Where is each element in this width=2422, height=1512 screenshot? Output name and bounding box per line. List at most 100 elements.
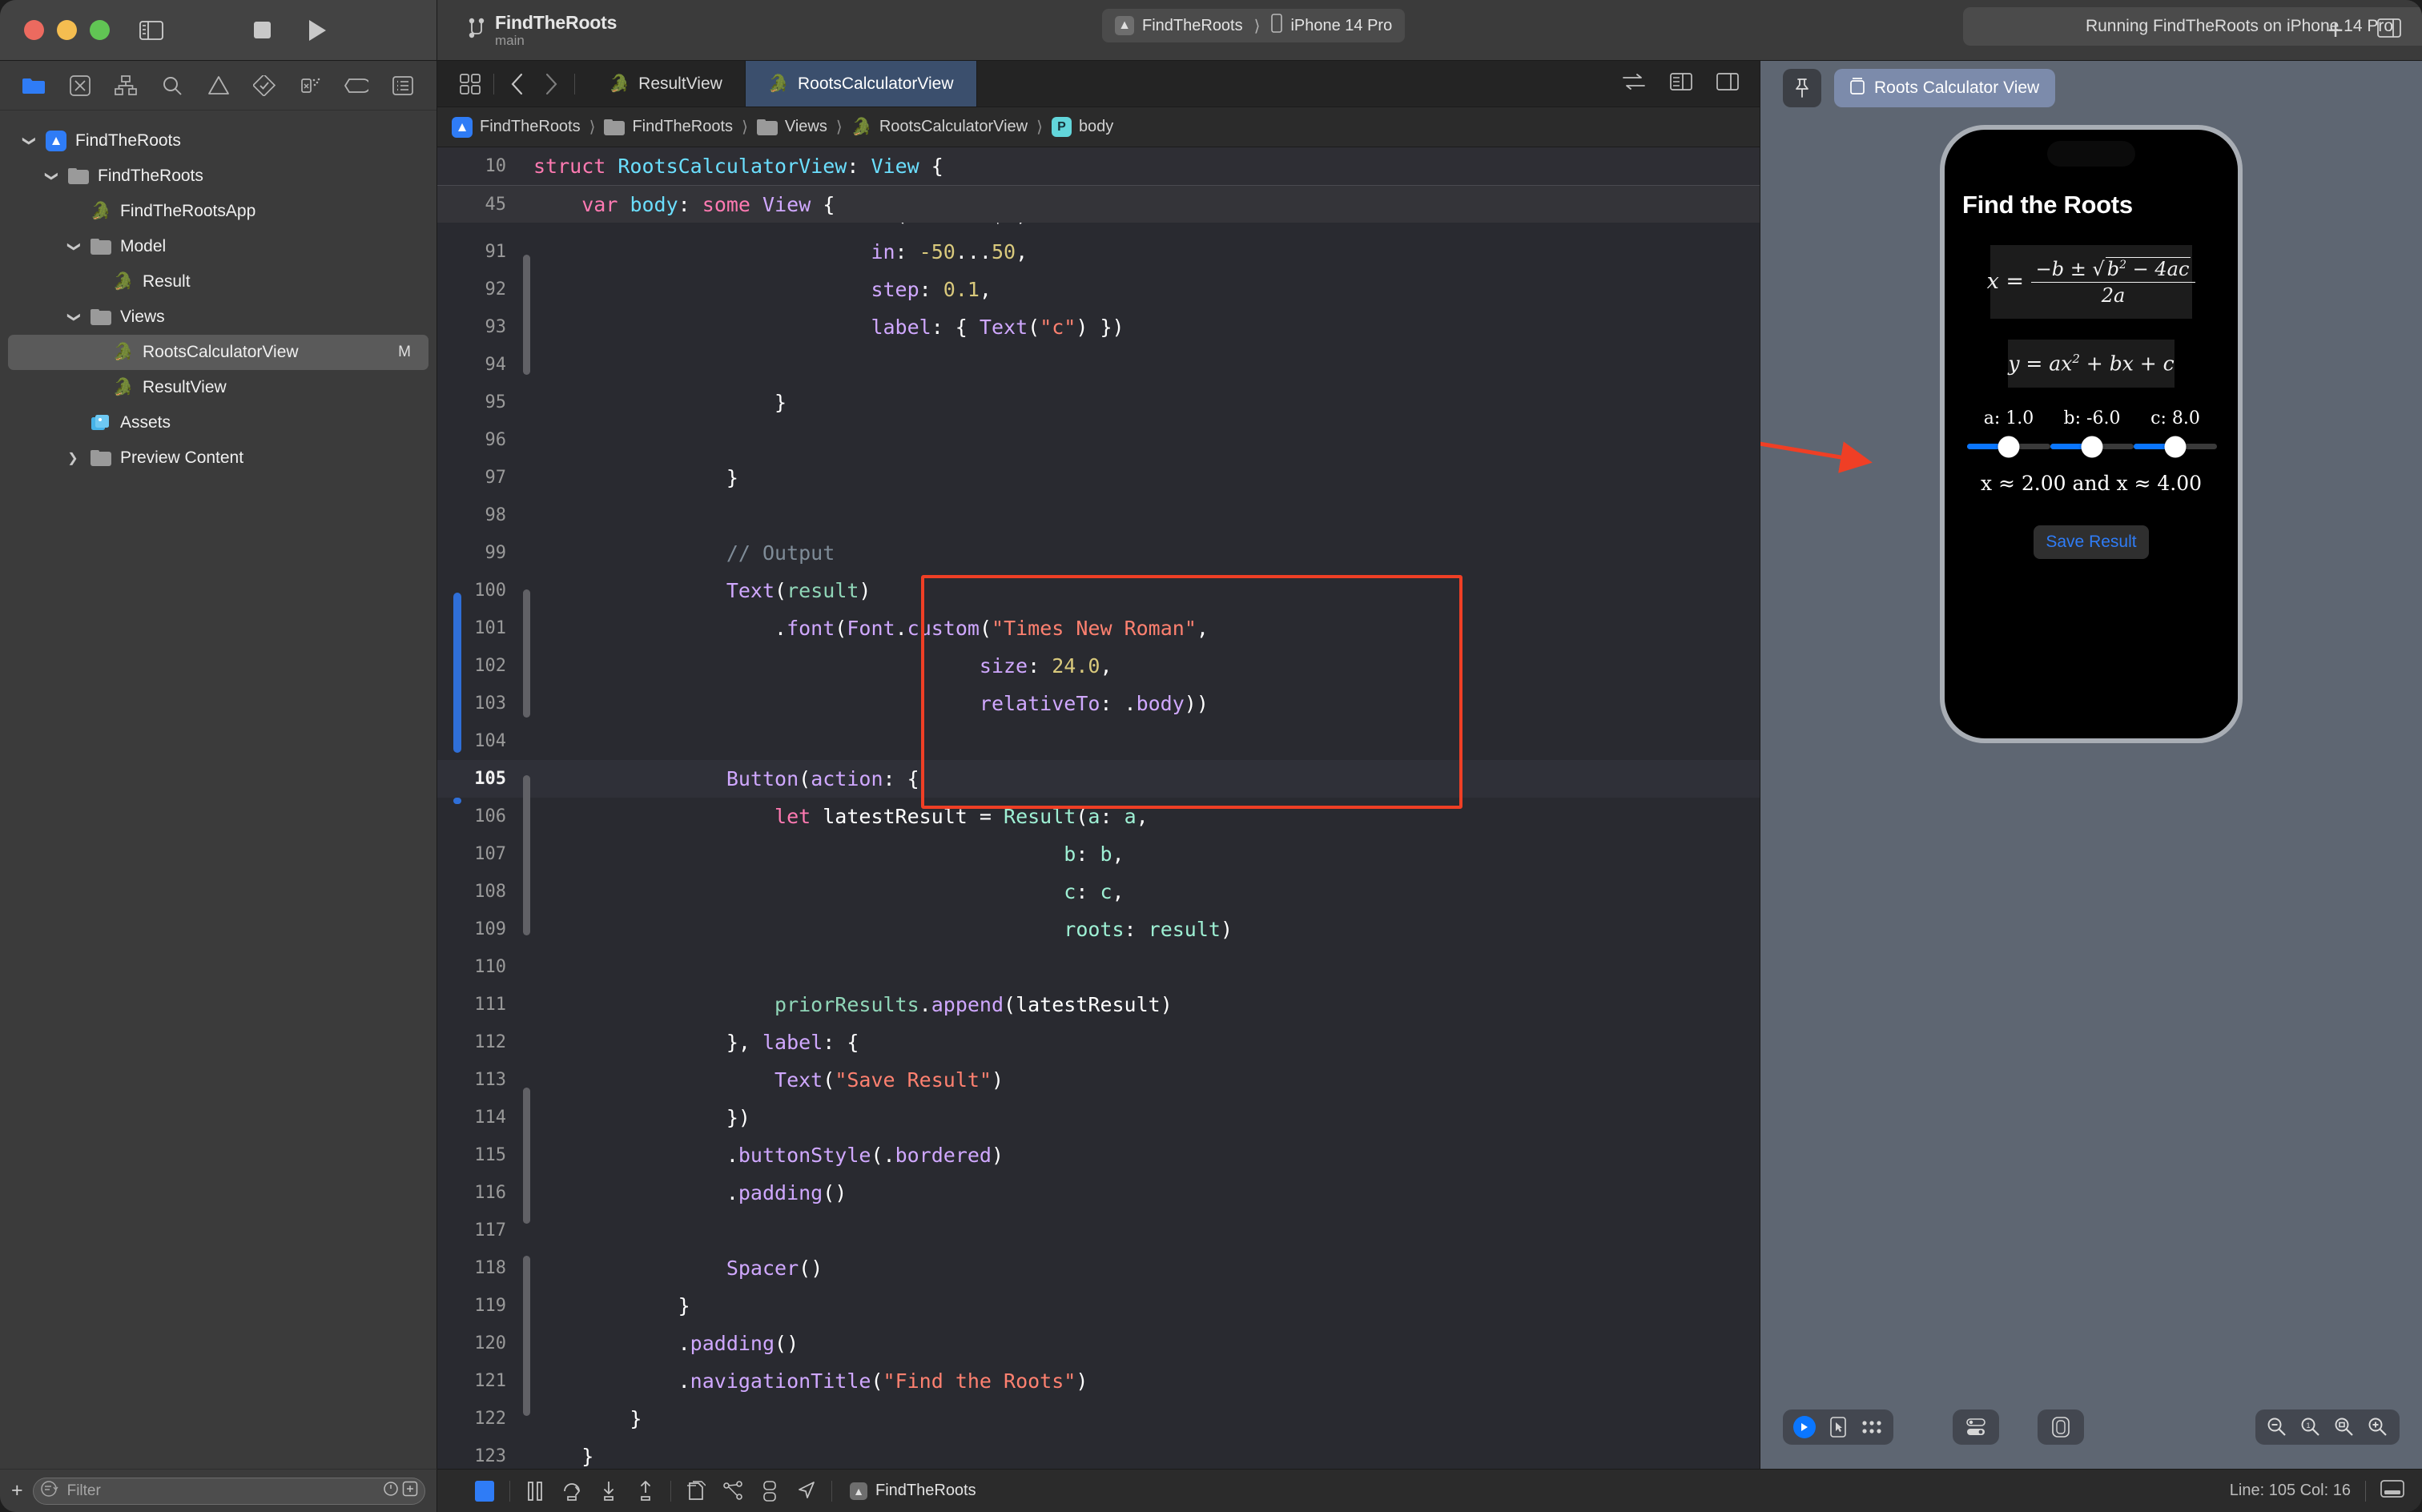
breadcrumb-item-rootscalculatorview[interactable]: 🐊 RootsCalculatorView xyxy=(851,118,1028,137)
code-line[interactable]: 123 } xyxy=(437,1438,1760,1469)
zoom-out-icon[interactable] xyxy=(2262,1413,2292,1442)
console-toggle-icon[interactable] xyxy=(466,1476,503,1506)
stop-button[interactable] xyxy=(254,22,271,38)
code-line[interactable]: 118 Spacer() xyxy=(437,1249,1760,1287)
device-preview-iphone-14-pro[interactable]: Find the Roots x = −b ± √ b2 − 4ac 2a y = … xyxy=(1940,125,2243,743)
code-editor[interactable]: 90 Slider(value: $c,91 in: -50...50,92 s… xyxy=(437,223,1760,1469)
add-file-button[interactable]: + xyxy=(11,1481,23,1501)
tab-test-navigator[interactable] xyxy=(248,70,280,102)
zoom-button[interactable] xyxy=(90,20,110,40)
slider-track[interactable] xyxy=(1967,436,2050,457)
step-into-icon[interactable] xyxy=(590,1476,627,1506)
sidebar-item-findtheroots[interactable]: ❮ FindTheRoots xyxy=(8,159,428,194)
line-number[interactable]: 108 xyxy=(437,873,519,911)
breadcrumb-item-views[interactable]: Views xyxy=(756,118,827,136)
line-number[interactable]: 104 xyxy=(437,722,519,760)
slider-track[interactable] xyxy=(2050,436,2134,457)
save-result-button[interactable]: Save Result xyxy=(2034,525,2149,559)
code-line[interactable]: 97 } xyxy=(437,459,1760,497)
selectable-preview-icon[interactable] xyxy=(1823,1413,1853,1442)
line-number[interactable]: 100 xyxy=(437,572,519,609)
line-number[interactable]: 105 xyxy=(437,760,519,798)
run-button[interactable] xyxy=(309,19,326,41)
slider-knob[interactable] xyxy=(1998,436,2020,457)
filter-modified-icon[interactable] xyxy=(402,1481,418,1502)
code-line[interactable]: 99 // Output xyxy=(437,534,1760,572)
code-line[interactable]: 101 .font(Font.custom("Times New Roman", xyxy=(437,609,1760,647)
preview-variants-icon[interactable] xyxy=(1857,1413,1887,1442)
source-change-indicator[interactable] xyxy=(453,798,461,804)
code-line[interactable]: 100 Text(result) xyxy=(437,572,1760,609)
sidebar-item-assets[interactable]: ❮Assets xyxy=(8,405,428,440)
sidebar-item-findtherootsapp[interactable]: ❮🐊FindTheRootsApp xyxy=(8,194,428,229)
slider-knob[interactable] xyxy=(2164,436,2187,457)
code-line[interactable]: 96 xyxy=(437,421,1760,459)
sidebar-item-model[interactable]: ❮ Model xyxy=(8,229,428,264)
code-line[interactable]: 112 }, label: { xyxy=(437,1023,1760,1061)
tab-project-navigator[interactable] xyxy=(18,70,50,102)
code-line[interactable]: 106 let latestResult = Result(a: a, xyxy=(437,798,1760,835)
chevron-right-icon[interactable]: ❯ xyxy=(64,450,82,466)
code-line[interactable]: 105 Button(action: { xyxy=(437,760,1760,798)
step-out-icon[interactable] xyxy=(627,1476,664,1506)
tab-symbol-navigator[interactable] xyxy=(110,70,142,102)
view-hierarchy-icon[interactable] xyxy=(678,1476,714,1506)
line-number[interactable]: 118 xyxy=(437,1249,519,1287)
toggle-inspector-icon[interactable] xyxy=(2377,18,2401,42)
breadcrumb-item-findtheroots[interactable]: ▲ FindTheRoots xyxy=(452,116,581,138)
breadcrumb-item-body[interactable]: Pbody xyxy=(1051,117,1113,137)
code-line[interactable]: 95 } xyxy=(437,384,1760,421)
line-number[interactable]: 90 xyxy=(437,223,519,233)
line-number[interactable]: 109 xyxy=(437,911,519,948)
filter-options-icon[interactable] xyxy=(40,1480,61,1502)
tab-report-navigator[interactable] xyxy=(387,70,419,102)
preview-name-pill[interactable]: Roots Calculator View xyxy=(1834,69,2056,107)
code-line[interactable]: 109 roots: result) xyxy=(437,911,1760,948)
code-line[interactable]: 122 } xyxy=(437,1400,1760,1438)
memory-graph-icon[interactable] xyxy=(714,1476,751,1506)
filter-recent-icon[interactable] xyxy=(383,1481,399,1502)
code-line[interactable]: 103 relativeTo: .body)) xyxy=(437,685,1760,722)
tab-issue-navigator[interactable] xyxy=(203,70,235,102)
line-number[interactable]: 99 xyxy=(437,534,519,572)
code-line[interactable]: 102 size: 24.0, xyxy=(437,647,1760,685)
pin-preview-button[interactable] xyxy=(1783,69,1821,107)
line-number[interactable]: 123 xyxy=(437,1438,519,1469)
tab-find-navigator[interactable] xyxy=(156,70,188,102)
line-number[interactable]: 102 xyxy=(437,647,519,685)
line-number[interactable]: 115 xyxy=(437,1136,519,1174)
breadcrumb-item-findtheroots[interactable]: FindTheRoots xyxy=(604,118,733,136)
zoom-fit-icon[interactable] xyxy=(2329,1413,2360,1442)
line-number[interactable]: 96 xyxy=(437,421,519,459)
code-line[interactable]: 121 .navigationTitle("Find the Roots") xyxy=(437,1362,1760,1400)
code-line[interactable]: 120 .padding() xyxy=(437,1325,1760,1362)
code-line[interactable]: 90 Slider(value: $c, xyxy=(437,223,1760,233)
line-number[interactable]: 119 xyxy=(437,1287,519,1325)
sidebar-item-rootscalculatorview[interactable]: ❮🐊RootsCalculatorViewM xyxy=(8,335,428,370)
editor-options-icon[interactable] xyxy=(453,67,487,101)
code-line[interactable]: 119 } xyxy=(437,1287,1760,1325)
code-line[interactable]: 107 b: b, xyxy=(437,835,1760,873)
step-over-icon[interactable] xyxy=(553,1476,590,1506)
code-line[interactable]: 115 .buttonStyle(.bordered) xyxy=(437,1136,1760,1174)
line-number[interactable]: 113 xyxy=(437,1061,519,1099)
code-folding-ribbon[interactable] xyxy=(519,223,533,1469)
slider-knob[interactable] xyxy=(2081,436,2103,457)
toggle-navigator-icon[interactable] xyxy=(137,18,166,42)
code-line[interactable]: 113 Text("Save Result") xyxy=(437,1061,1760,1099)
toggle-debug-area-icon[interactable] xyxy=(2380,1479,2404,1502)
add-editor-icon[interactable]: + xyxy=(2327,17,2344,44)
pause-icon[interactable] xyxy=(517,1476,553,1506)
sidebar-item-views[interactable]: ❮ Views xyxy=(8,300,428,335)
code-line[interactable]: 117 xyxy=(437,1212,1760,1249)
chevron-down-icon[interactable]: ❮ xyxy=(20,132,36,150)
source-change-indicator[interactable] xyxy=(453,593,461,753)
zoom-100-icon[interactable]: 1 xyxy=(2295,1413,2326,1442)
code-line[interactable]: 93 label: { Text("c") }) xyxy=(437,308,1760,346)
device-bezel-icon[interactable] xyxy=(2046,1413,2076,1442)
chevron-down-icon[interactable]: ❮ xyxy=(65,238,81,255)
line-number[interactable]: 101 xyxy=(437,609,519,647)
sidebar-item-result[interactable]: ❮🐊Result xyxy=(8,264,428,300)
location-simulate-icon[interactable] xyxy=(788,1476,825,1506)
code-line[interactable]: 111 priorResults.append(latestResult) xyxy=(437,986,1760,1023)
